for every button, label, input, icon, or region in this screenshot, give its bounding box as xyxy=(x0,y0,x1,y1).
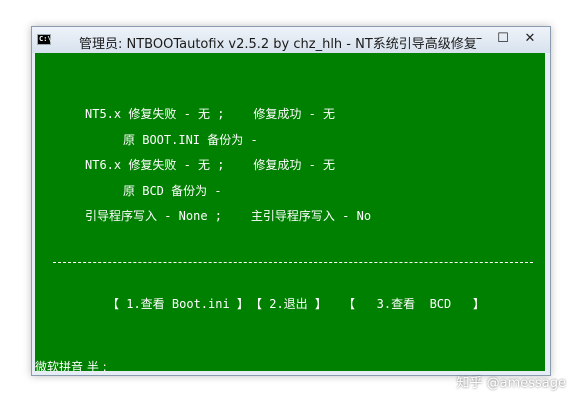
watermark-url: https://blog.csdn.net/... xyxy=(391,390,520,403)
window-title: 管理员: NTBOOTautofix v2.5.2 by chz_hlh - N… xyxy=(79,37,477,52)
console-app-icon[interactable]: C:\ xyxy=(37,34,52,45)
nt5-backup-line: 原 BOOT.INI 备份为 - xyxy=(123,133,258,147)
console-window: C:\ 管理员: NTBOOTautofix v2.5.2 by chz_hlh… xyxy=(31,26,551,376)
separator-line xyxy=(53,262,533,263)
title-bar[interactable]: C:\ 管理员: NTBOOTautofix v2.5.2 by chz_hlh… xyxy=(32,27,550,53)
console-area[interactable]: NT5.x 修复失败 - 无 ; 修复成功 - 无 原 BOOT.INI 备份为… xyxy=(35,53,545,371)
nt6-status-line: NT6.x 修复失败 - 无 ; 修复成功 - 无 xyxy=(85,158,336,172)
menu-view-bcd[interactable]: 【 3.查看 BCD 】 xyxy=(343,295,485,312)
nt6-backup-line: 原 BCD 备份为 - xyxy=(123,184,222,198)
maximize-button[interactable]: ☐ xyxy=(492,30,514,48)
loader-write-line: 引导程序写入 - None ; 主引导程序写入 - No xyxy=(85,209,372,223)
ime-status: 微软拼音 半 : xyxy=(35,360,107,371)
menu-view-bootini[interactable]: 【 1.查看 Boot.ini 】 xyxy=(107,295,249,312)
minimize-button[interactable]: – xyxy=(468,30,490,48)
close-button[interactable]: ✕ xyxy=(514,30,546,48)
nt5-status-line: NT5.x 修复失败 - 无 ; 修复成功 - 无 xyxy=(85,107,336,121)
menu-exit[interactable]: 【 2.退出 】 xyxy=(250,295,327,312)
watermark: 知乎 @amessage xyxy=(456,376,566,391)
